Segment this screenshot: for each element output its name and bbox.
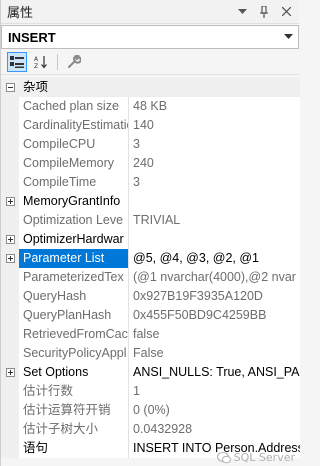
property-name: 估计子树大小	[19, 419, 129, 439]
title-bar: 属性	[1, 0, 299, 24]
property-value: (@1 nvarchar(4000),@2 nvar	[129, 267, 300, 287]
property-row[interactable]: MemoryGrantInfo	[1, 191, 300, 211]
property-value: 48 KB	[129, 96, 300, 116]
property-toolbar: A Z	[1, 49, 299, 75]
property-row[interactable]: QueryPlanHash 0x455F50BD9C4259BB	[1, 305, 300, 325]
property-name: CompileTime	[19, 172, 129, 192]
watermark-text: SQL Server	[233, 451, 295, 464]
window-title: 属性	[7, 6, 34, 21]
object-selector-value: INSERT	[8, 29, 56, 45]
expand-icon[interactable]	[1, 248, 19, 268]
svg-text:A: A	[34, 56, 39, 63]
property-name: SecurityPolicyAppl	[19, 343, 129, 363]
wrench-icon[interactable]	[64, 52, 84, 72]
window-position-dropdown-icon[interactable]	[233, 3, 251, 21]
property-name: 估计运算符开销	[19, 400, 129, 420]
property-value: 0x927B19F3935A120D	[129, 286, 300, 306]
collapse-icon[interactable]	[1, 77, 19, 97]
property-name: OptimizerHardwar	[19, 229, 129, 249]
expand-icon[interactable]	[1, 362, 19, 382]
close-icon[interactable]	[277, 3, 295, 21]
property-value	[129, 191, 300, 211]
property-row[interactable]: SecurityPolicyAppl False	[1, 343, 300, 363]
property-name: Set Options	[19, 362, 129, 382]
property-name: CompileCPU	[19, 134, 129, 154]
categorized-icon[interactable]	[7, 51, 27, 72]
property-name: QueryPlanHash	[19, 305, 129, 325]
expand-icon[interactable]	[1, 191, 19, 211]
property-value: 0x455F50BD9C4259BB	[129, 305, 300, 325]
property-name: ParameterizedTex	[19, 267, 129, 287]
property-value: 3	[129, 134, 300, 154]
property-row[interactable]: CardinalityEstimatio 140	[1, 115, 300, 135]
chat-bubble-icon	[216, 451, 231, 463]
property-row[interactable]: Cached plan size 48 KB	[1, 96, 300, 116]
property-name: Cached plan size	[19, 96, 129, 116]
property-row[interactable]: RetrievedFromCac false	[1, 324, 300, 344]
property-value: ANSI_NULLS: True, ANSI_PAD	[129, 362, 300, 382]
property-row[interactable]: Optimization Leve TRIVIAL	[1, 210, 300, 230]
property-row[interactable]: 估计子树大小 0.0432928	[1, 419, 300, 439]
property-name: Optimization Leve	[19, 210, 129, 230]
svg-text:Z: Z	[34, 63, 38, 69]
property-name: 语句	[19, 438, 129, 458]
property-row[interactable]: Set Options ANSI_NULLS: True, ANSI_PAD	[1, 362, 300, 382]
property-name: CompileMemory	[19, 153, 129, 173]
property-row[interactable]: CompileCPU 3	[1, 134, 300, 154]
property-value: False	[129, 343, 300, 363]
property-row[interactable]: CompileMemory 240	[1, 153, 300, 173]
category-label: 杂项	[19, 77, 49, 97]
property-value: 0.0432928	[129, 419, 300, 439]
property-row[interactable]: CompileTime 3	[1, 172, 300, 192]
property-value	[129, 229, 300, 249]
category-header-misc[interactable]: 杂项	[1, 77, 300, 97]
property-value: false	[129, 324, 300, 344]
pin-icon[interactable]	[255, 3, 273, 21]
property-row[interactable]: 估计行数 1	[1, 381, 300, 401]
property-row[interactable]: 估计运算符开销 0 (0%)	[1, 400, 300, 420]
property-grid: 杂项 Cached plan size 48 KB CardinalityEst…	[1, 77, 300, 458]
expand-icon[interactable]	[1, 229, 19, 249]
property-value: @5, @4, @3, @2, @1	[129, 248, 300, 268]
toolbar-separator	[57, 53, 58, 70]
property-row[interactable]: ParameterizedTex (@1 nvarchar(4000),@2 n…	[1, 267, 300, 287]
property-name: MemoryGrantInfo	[19, 191, 129, 211]
property-row[interactable]: OptimizerHardwar	[1, 229, 300, 249]
property-name: 估计行数	[19, 381, 129, 401]
property-name: QueryHash	[19, 286, 129, 306]
property-name: RetrievedFromCac	[19, 324, 129, 344]
object-selector[interactable]: INSERT	[1, 25, 299, 49]
property-value: 1	[129, 381, 300, 401]
properties-panel: 属性 INSERT A Z 杂项 Cached plan size 48 KB …	[0, 0, 300, 466]
watermark: SQL Server	[216, 451, 295, 464]
property-value: TRIVIAL	[129, 210, 300, 230]
property-name: Parameter List	[19, 248, 129, 268]
chevron-down-icon[interactable]	[278, 34, 298, 40]
property-value: 0 (0%)	[129, 400, 300, 420]
sort-az-icon[interactable]: A Z	[31, 52, 51, 72]
property-value: 240	[129, 153, 300, 173]
property-row-selected[interactable]: Parameter List @5, @4, @3, @2, @1	[1, 248, 300, 268]
property-name: CardinalityEstimatio	[19, 115, 129, 135]
property-row[interactable]: QueryHash 0x927B19F3935A120D	[1, 286, 300, 306]
property-value: 140	[129, 115, 300, 135]
property-value: 3	[129, 172, 300, 192]
